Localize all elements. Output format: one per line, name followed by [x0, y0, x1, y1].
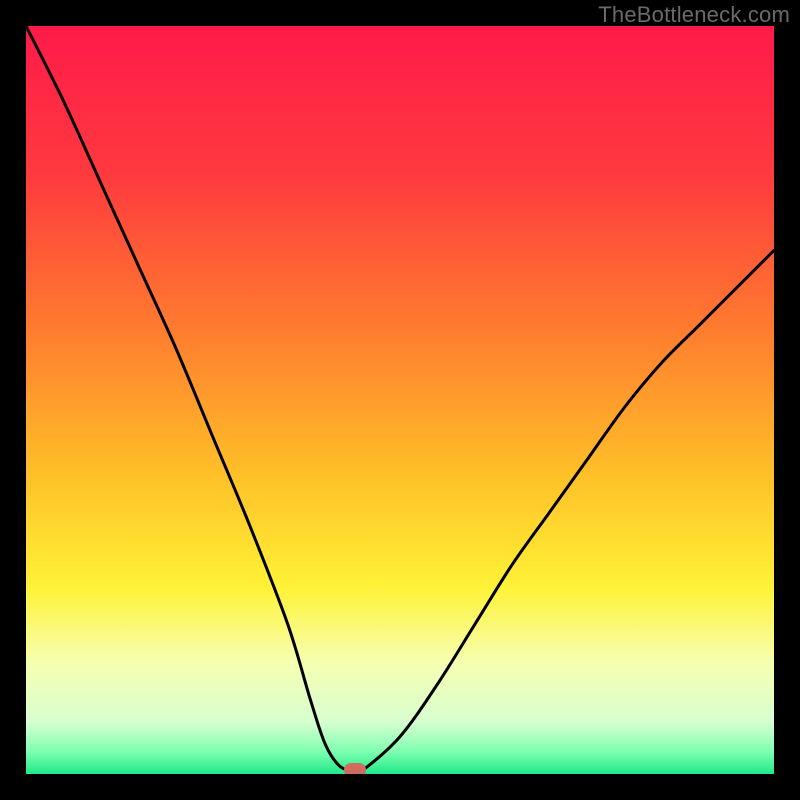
chart-frame: TheBottleneck.com — [0, 0, 800, 800]
optimal-point-marker — [344, 763, 366, 774]
bottleneck-curve — [26, 26, 774, 773]
plot-area — [26, 26, 774, 774]
attribution-label: TheBottleneck.com — [598, 2, 790, 28]
curve-layer — [26, 26, 774, 774]
